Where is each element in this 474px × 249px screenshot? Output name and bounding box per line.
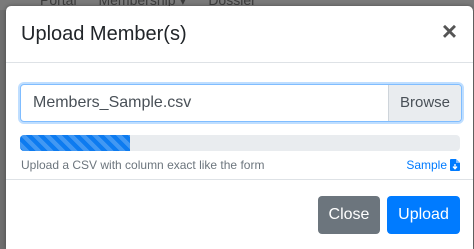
file-name-field[interactable]: Members_Sample.csv	[21, 85, 388, 121]
browse-button[interactable]: Browse	[388, 85, 461, 121]
close-button[interactable]: Close	[318, 196, 380, 234]
modal-header: Upload Member(s) ×	[6, 6, 473, 63]
file-input[interactable]: Members_Sample.csv Browse	[20, 84, 462, 122]
modal-body: Members_Sample.csv Browse Upload a CSV w…	[6, 63, 473, 180]
sample-link[interactable]: Sample	[406, 158, 460, 172]
upload-progress	[20, 135, 460, 151]
close-icon[interactable]: ×	[442, 18, 457, 44]
help-text: Upload a CSV with column exact like the …	[21, 158, 265, 172]
upload-progress-bar	[20, 135, 130, 151]
upload-members-modal: Upload Member(s) × Members_Sample.csv Br…	[6, 6, 473, 249]
sample-link-label: Sample	[406, 158, 447, 172]
modal-footer: Close Upload	[6, 179, 473, 249]
modal-title: Upload Member(s)	[21, 23, 187, 45]
file-download-icon	[450, 159, 460, 171]
upload-button[interactable]: Upload	[387, 196, 460, 234]
